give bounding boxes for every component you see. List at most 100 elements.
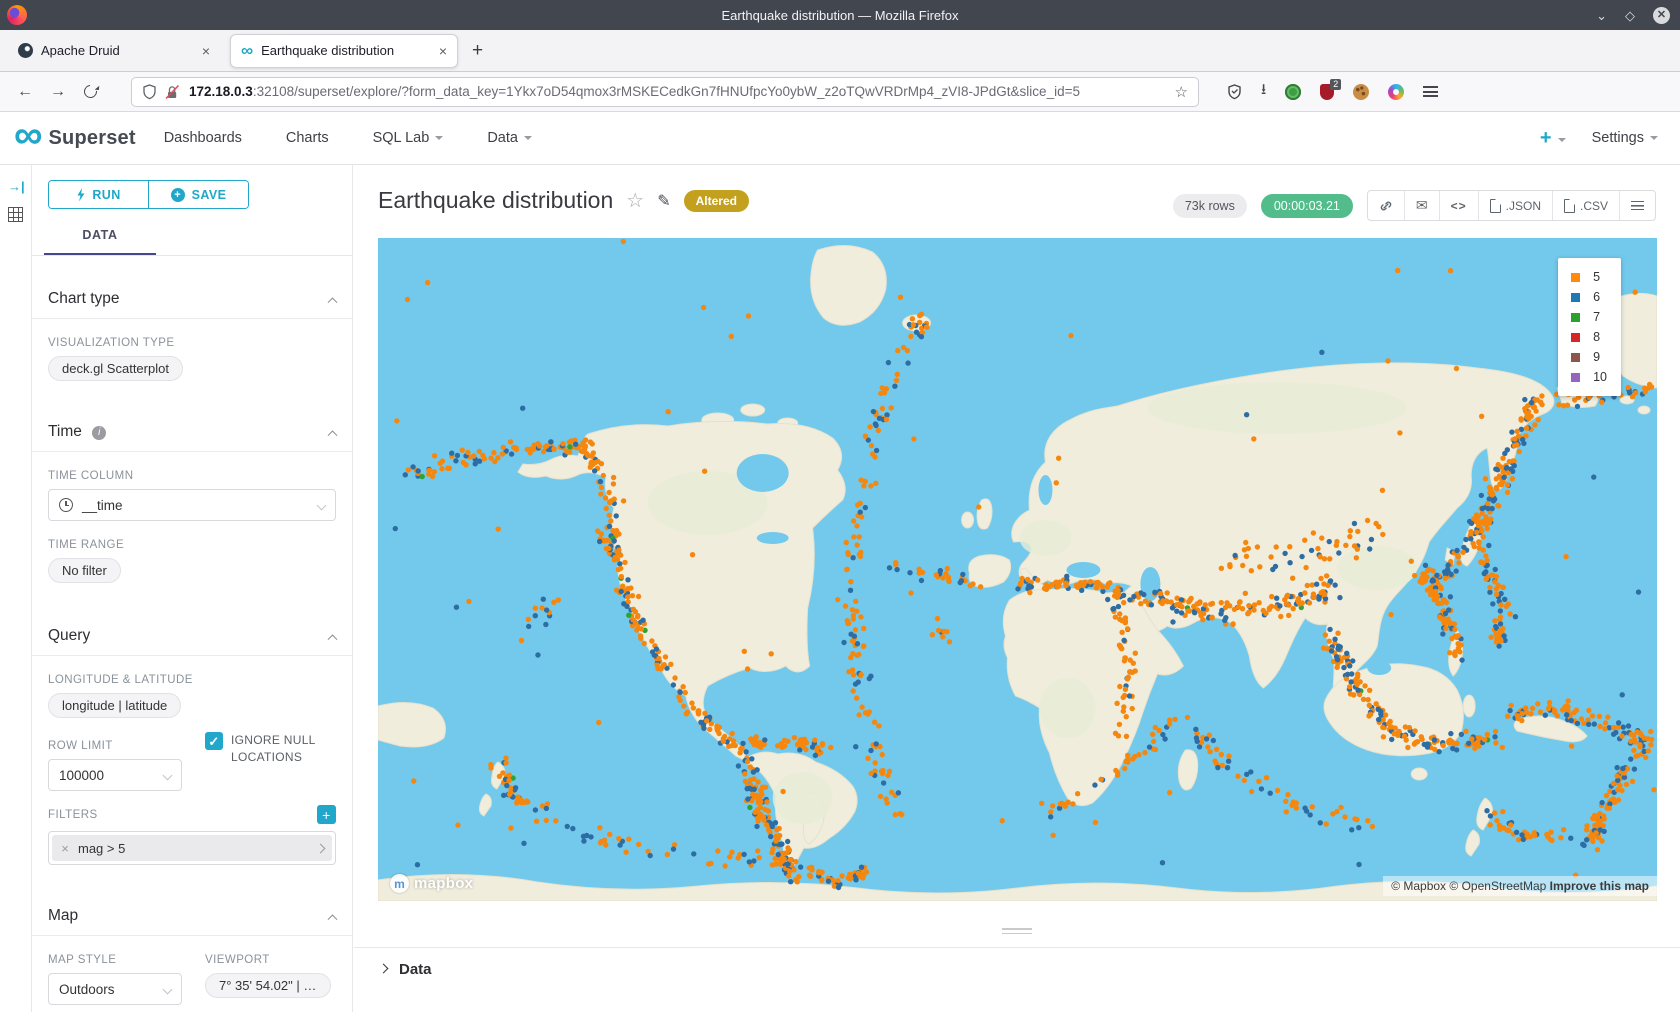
favorite-star-icon[interactable]: ☆: [626, 188, 644, 213]
expand-panel-icon[interactable]: →|: [8, 179, 25, 194]
ignore-null-checkbox[interactable]: [205, 732, 223, 750]
legend-label: 5: [1593, 270, 1600, 284]
deckgl-scatterplot-map[interactable]: 5 6 7 8 9 10 m mapbox © Mapbox © OpenStr…: [378, 238, 1657, 901]
resize-drag-handle[interactable]: [1002, 928, 1032, 937]
attribution-mapbox[interactable]: © Mapbox: [1391, 879, 1446, 893]
hamburger-menu-icon[interactable]: [1423, 86, 1438, 97]
chevron-up-icon: [328, 297, 338, 307]
tab-close-icon[interactable]: ×: [202, 43, 210, 59]
legend-row: 10: [1571, 367, 1607, 387]
row-limit-select[interactable]: 100000: [48, 759, 182, 791]
chevron-up-icon: [328, 634, 338, 644]
permissions-shield-icon[interactable]: [142, 84, 157, 100]
legend-label: 7: [1593, 310, 1600, 324]
attribution-osm[interactable]: © OpenStreetMap: [1449, 879, 1546, 893]
viz-type-pill[interactable]: deck.gl Scatterplot: [48, 356, 183, 381]
insecure-lock-icon[interactable]: [164, 84, 181, 100]
map-style-select[interactable]: Outdoors: [48, 973, 182, 1005]
colorful-extension-icon[interactable]: [1388, 84, 1404, 100]
copy-link-button[interactable]: [1368, 191, 1404, 220]
time-column-value: __time: [82, 498, 123, 513]
legend-label: 10: [1593, 370, 1607, 384]
tab-earthquake-distribution[interactable]: ∞ Earthquake distribution ×: [230, 34, 458, 68]
embed-code-button[interactable]: <>: [1439, 191, 1478, 220]
data-results-panel[interactable]: Data: [354, 947, 1680, 1012]
more-options-button[interactable]: [1619, 191, 1655, 220]
mapbox-icon: m: [390, 874, 409, 893]
section-time[interactable]: Time i: [48, 419, 336, 445]
chart-title: Earthquake distribution: [378, 187, 613, 214]
new-item-button[interactable]: +: [1540, 127, 1566, 150]
query-timer-pill: 00:00:03.21: [1261, 194, 1353, 218]
legend-row: 8: [1571, 327, 1607, 347]
ublock-extension-icon[interactable]: 2: [1320, 84, 1334, 100]
nav-charts[interactable]: Charts: [286, 130, 329, 146]
edit-title-icon[interactable]: ✎: [657, 191, 670, 211]
window-maximize-icon[interactable]: ◇: [1625, 9, 1635, 22]
lonlat-label: LONGITUDE & LATITUDE: [48, 674, 336, 686]
tab-apache-druid[interactable]: Apache Druid ×: [8, 34, 220, 68]
caret-down-icon: [435, 136, 443, 144]
time-range-pill[interactable]: No filter: [48, 558, 121, 583]
bookmark-star-icon[interactable]: ☆: [1175, 83, 1188, 101]
run-button[interactable]: RUN: [49, 181, 148, 208]
clock-icon: [59, 498, 73, 512]
email-button[interactable]: ✉: [1404, 191, 1439, 220]
url-bar[interactable]: 172.18.0.3:32108/superset/explore/?form_…: [131, 77, 1199, 107]
pocket-shield-icon[interactable]: [1227, 84, 1242, 100]
superset-navbar: ∞ Superset Dashboards Charts SQL Lab Dat…: [0, 112, 1680, 165]
chevron-right-icon: [379, 964, 389, 974]
reload-button[interactable]: [81, 82, 99, 100]
extension-green-icon[interactable]: [1285, 84, 1301, 100]
settings-menu[interactable]: Settings: [1592, 130, 1658, 146]
chevron-down-icon: [163, 984, 173, 994]
save-button[interactable]: + SAVE: [148, 181, 248, 208]
legend-swatch: [1571, 373, 1580, 382]
nav-dashboards[interactable]: Dashboards: [164, 130, 242, 146]
nav-data[interactable]: Data: [487, 130, 532, 146]
new-tab-button[interactable]: +: [472, 40, 483, 62]
map-style-label: MAP STYLE: [48, 954, 205, 966]
nav-sql-lab[interactable]: SQL Lab: [373, 130, 444, 146]
url-path: :32108/superset/explore/?form_data_key=1…: [253, 84, 1080, 99]
section-map[interactable]: Map: [48, 903, 336, 929]
forward-button[interactable]: →: [50, 83, 66, 101]
section-query[interactable]: Query: [48, 623, 336, 649]
downloads-icon[interactable]: ⭳: [1261, 79, 1266, 104]
dataset-grid-icon[interactable]: [8, 207, 23, 222]
druid-favicon: [18, 43, 33, 58]
data-tab[interactable]: DATA: [32, 226, 352, 256]
superset-brand[interactable]: Superset: [49, 127, 136, 150]
legend-swatch: [1571, 333, 1580, 342]
viewport-label: VIEWPORT: [205, 954, 331, 966]
remove-filter-icon[interactable]: ×: [52, 841, 78, 856]
export-json-label: .JSON: [1506, 199, 1541, 213]
settings-label: Settings: [1592, 130, 1644, 146]
superset-favicon: ∞: [241, 42, 253, 59]
mapbox-logo[interactable]: m mapbox: [390, 874, 473, 893]
altered-badge[interactable]: Altered: [684, 190, 749, 212]
cookie-extension-icon[interactable]: [1353, 84, 1369, 100]
url-text[interactable]: 172.18.0.3:32108/superset/explore/?form_…: [189, 84, 1167, 99]
window-close-icon[interactable]: ✕: [1653, 7, 1670, 24]
control-panel: RUN + SAVE DATA Chart type VISUALIZATION…: [32, 165, 353, 1012]
window-minimize-icon[interactable]: ⌄: [1596, 9, 1607, 22]
export-csv-button[interactable]: .CSV: [1552, 191, 1619, 220]
filter-chip[interactable]: × mag > 5: [52, 835, 332, 861]
add-filter-button[interactable]: +: [317, 805, 336, 824]
section-chart-type[interactable]: Chart type: [48, 286, 336, 312]
lonlat-pill[interactable]: longitude | latitude: [48, 693, 181, 718]
viewport-pill[interactable]: 7° 35' 54.02" | 31...: [205, 973, 331, 998]
back-button[interactable]: ←: [17, 83, 33, 101]
chevron-up-icon: [328, 914, 338, 924]
menu-icon: [1631, 201, 1644, 210]
time-column-select[interactable]: __time: [48, 489, 336, 521]
improve-map-link[interactable]: Improve this map: [1550, 879, 1649, 893]
legend-label: 8: [1593, 330, 1600, 344]
expand-filter-icon[interactable]: [308, 845, 332, 852]
export-json-button[interactable]: .JSON: [1478, 191, 1552, 220]
tab-close-icon[interactable]: ×: [439, 43, 447, 59]
file-icon: [1490, 199, 1501, 213]
link-icon: [1379, 199, 1393, 213]
legend-swatch: [1571, 313, 1580, 322]
